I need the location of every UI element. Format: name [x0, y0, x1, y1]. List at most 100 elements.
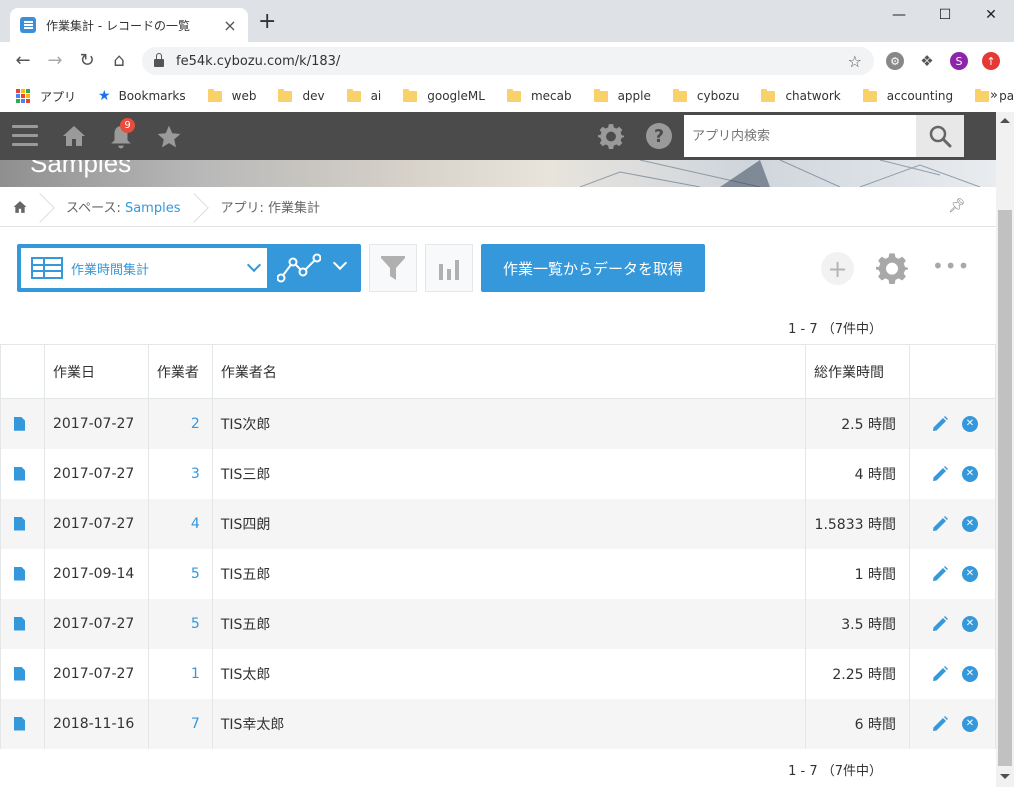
settings-gear-icon[interactable] — [598, 123, 624, 149]
bookmark-item[interactable]: mecab — [506, 88, 572, 103]
bookmarks-overflow-icon[interactable]: » — [990, 88, 998, 103]
cell-worker-link[interactable]: 5 — [147, 548, 213, 599]
forward-arrow-icon[interactable]: → — [44, 50, 66, 72]
record-detail-icon[interactable] — [14, 466, 25, 481]
cell-worker-link[interactable]: 7 — [147, 698, 213, 749]
record-detail-icon[interactable] — [14, 566, 25, 581]
extensions-puzzle-icon[interactable]: ❖ — [918, 52, 936, 70]
record-detail-icon[interactable] — [14, 716, 25, 731]
table-row[interactable]: 2018-11-16 7 TIS幸太郎 6 時間 ✕ — [0, 698, 997, 749]
pin-icon[interactable]: 📌︎ — [948, 198, 966, 214]
edit-pencil-icon[interactable] — [932, 565, 948, 582]
more-options-button[interactable]: ••• — [932, 254, 970, 278]
row-detail-cell[interactable] — [0, 548, 45, 599]
edit-pencil-icon[interactable] — [932, 515, 948, 532]
row-detail-cell[interactable] — [0, 448, 45, 499]
address-bar[interactable]: fe54k.cybozu.com/k/183/ ☆ — [142, 47, 874, 75]
extension-gear-icon[interactable]: ⚙ — [886, 52, 904, 70]
record-detail-icon[interactable] — [14, 666, 25, 681]
cell-worker-link[interactable]: 5 — [147, 598, 213, 649]
favorites-star-icon[interactable] — [156, 124, 182, 150]
maximize-icon[interactable]: ☐ — [922, 4, 968, 26]
bookmark-item[interactable]: ★ Bookmarks — [98, 88, 186, 104]
tab-close-icon[interactable]: × — [222, 16, 238, 35]
page-scrollbar[interactable] — [996, 112, 1014, 787]
cell-worker-link[interactable]: 1 — [147, 648, 213, 699]
back-arrow-icon[interactable]: ← — [12, 50, 34, 72]
view-dropdown[interactable]: 作業時間集計 — [21, 248, 267, 288]
table-row[interactable]: 2017-07-27 3 TIS三郎 4 時間 ✕ — [0, 448, 997, 499]
col-header-worker-name[interactable]: 作業者名 — [211, 344, 807, 399]
close-window-icon[interactable]: ✕ — [968, 4, 1014, 26]
scroll-thumb[interactable] — [998, 210, 1012, 766]
bookmark-item[interactable]: ai — [346, 88, 381, 103]
browser-tab[interactable]: 作業集計 - レコードの一覧 × — [10, 8, 248, 42]
profile-avatar[interactable]: S — [950, 52, 968, 70]
bookmark-item[interactable]: dev — [278, 88, 325, 103]
delete-icon[interactable]: ✕ — [961, 715, 978, 732]
table-row[interactable]: 2017-07-27 1 TIS太郎 2.25 時間 ✕ — [0, 648, 997, 699]
graph-line-icon[interactable] — [277, 252, 321, 284]
delete-icon[interactable]: ✕ — [961, 565, 978, 582]
cell-worker-link[interactable]: 3 — [147, 448, 213, 499]
reload-icon[interactable]: ↻ — [76, 50, 98, 72]
help-icon[interactable]: ? — [646, 123, 672, 149]
delete-icon[interactable]: ✕ — [961, 465, 978, 482]
bookmark-item[interactable]: chatwork — [761, 88, 841, 103]
edit-pencil-icon[interactable] — [932, 615, 948, 632]
edit-pencil-icon[interactable] — [932, 415, 948, 432]
app-search-input[interactable] — [684, 115, 916, 157]
delete-icon[interactable]: ✕ — [961, 415, 978, 432]
fetch-data-button[interactable]: 作業一覧からデータを取得 — [481, 244, 705, 292]
graph-chevron-down-icon[interactable] — [332, 255, 348, 271]
record-detail-icon[interactable] — [14, 416, 25, 431]
home-icon[interactable]: ⌂ — [108, 50, 130, 72]
col-header-date[interactable]: 作業日 — [43, 344, 149, 399]
table-row[interactable]: 2017-07-27 5 TIS五郎 3.5 時間 ✕ — [0, 598, 997, 649]
filter-button[interactable] — [369, 244, 417, 292]
scroll-up-icon[interactable] — [1000, 118, 1010, 123]
minimize-icon[interactable]: — — [876, 4, 922, 26]
portal-home-icon[interactable] — [62, 124, 86, 148]
search-button[interactable] — [916, 115, 964, 157]
app-settings-gear-icon[interactable] — [876, 252, 908, 284]
row-detail-cell[interactable] — [0, 598, 45, 649]
view-selector[interactable]: 作業時間集計 — [17, 244, 361, 292]
graph-button[interactable] — [425, 244, 473, 292]
row-detail-cell[interactable] — [0, 698, 45, 749]
edit-pencil-icon[interactable] — [932, 465, 948, 482]
col-header-total-hours[interactable]: 総作業時間 — [805, 344, 910, 399]
delete-icon[interactable]: ✕ — [961, 615, 978, 632]
bookmark-item[interactable]: cybozu — [672, 88, 739, 103]
delete-icon[interactable]: ✕ — [961, 515, 978, 532]
bookmark-item[interactable]: web — [207, 88, 256, 103]
breadcrumb-space-link[interactable]: Samples — [125, 201, 181, 216]
bookmark-item[interactable]: apple — [593, 88, 651, 103]
edit-pencil-icon[interactable] — [932, 665, 948, 682]
cell-worker-link[interactable]: 4 — [147, 498, 213, 549]
delete-icon[interactable]: ✕ — [961, 665, 978, 682]
bookmark-item[interactable]: アプリ — [16, 88, 76, 105]
cell-total-hours: 4 時間 — [805, 448, 910, 499]
edit-pencil-icon[interactable] — [932, 715, 948, 732]
breadcrumb-space[interactable]: スペース: Samples — [52, 197, 194, 216]
menu-icon[interactable] — [12, 125, 38, 147]
table-row[interactable]: 2017-07-27 2 TIS次郎 2.5 時間 ✕ — [0, 398, 997, 449]
row-detail-cell[interactable] — [0, 398, 45, 449]
cell-total-hours: 1 時間 — [805, 548, 910, 599]
table-row[interactable]: 2017-07-27 4 TIS四朗 1.5833 時間 ✕ — [0, 498, 997, 549]
scroll-down-icon[interactable] — [1000, 774, 1010, 779]
cell-worker-link[interactable]: 2 — [147, 398, 213, 449]
record-detail-icon[interactable] — [14, 616, 25, 631]
record-detail-icon[interactable] — [14, 516, 25, 531]
new-tab-button[interactable]: + — [258, 11, 276, 33]
col-header-worker[interactable]: 作業者 — [147, 344, 213, 399]
row-detail-cell[interactable] — [0, 648, 45, 699]
add-record-button[interactable]: + — [821, 252, 854, 285]
row-detail-cell[interactable] — [0, 498, 45, 549]
table-row[interactable]: 2017-09-14 5 TIS五郎 1 時間 ✕ — [0, 548, 997, 599]
bookmark-star-icon[interactable]: ☆ — [848, 52, 862, 71]
bookmark-item[interactable]: accounting — [862, 88, 953, 103]
extension-upload-icon[interactable]: ↑ — [982, 52, 1000, 70]
bookmark-item[interactable]: googleML — [403, 88, 485, 103]
